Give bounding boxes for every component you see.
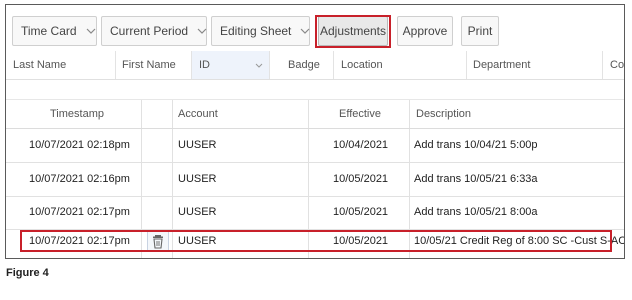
column-divider (115, 51, 116, 79)
description-cell: Add trans 10/04/21 5:00p (414, 139, 538, 151)
column-divider (333, 51, 334, 79)
print-label: Print (467, 24, 493, 38)
col-effective[interactable]: Effective (339, 100, 381, 128)
trash-icon[interactable] (147, 230, 169, 252)
approve-button[interactable]: Approve (397, 16, 453, 46)
figure-caption: Figure 4 (6, 267, 49, 279)
column-divider (172, 163, 173, 196)
col-id[interactable]: ID (199, 51, 210, 79)
time-card-dropdown[interactable]: Time Card (12, 16, 97, 46)
effective-cell: 10/05/2021 (333, 173, 389, 185)
column-divider (141, 100, 142, 128)
table-row-selected[interactable]: 10/07/2021 02:17pm UUSER 10/05/2021 10/0… (6, 225, 624, 258)
column-divider (308, 100, 309, 128)
timestamp-cell: 10/07/2021 02:18pm (29, 139, 130, 151)
col-timestamp[interactable]: Timestamp (50, 100, 104, 128)
account-cell: UUSER (178, 173, 217, 185)
current-period-label: Current Period (110, 24, 189, 38)
col-description[interactable]: Description (416, 100, 471, 128)
screenshot-frame: Time Card Current Period Editing Sheet A… (5, 4, 625, 259)
effective-cell: 10/04/2021 (333, 139, 389, 151)
column-divider (308, 163, 309, 196)
chevron-down-icon (300, 26, 310, 37)
column-divider (191, 51, 192, 79)
table-row[interactable]: 10/07/2021 02:18pm UUSER 10/04/2021 Add … (6, 129, 624, 163)
toolbar: Time Card Current Period Editing Sheet A… (6, 5, 624, 51)
column-divider (308, 129, 309, 162)
approve-label: Approve (402, 24, 448, 38)
column-divider (409, 225, 410, 258)
column-divider (141, 163, 142, 196)
timestamp-cell: 10/07/2021 02:16pm (29, 173, 130, 185)
column-divider (466, 51, 467, 79)
column-divider (172, 225, 173, 258)
chevron-down-icon[interactable] (255, 51, 263, 79)
description-cell: 10/05/21 Credit Reg of 8:00 SC -Cust S-A… (414, 235, 625, 247)
column-divider (141, 129, 142, 162)
account-cell: UUSER (178, 139, 217, 151)
chevron-down-icon (86, 26, 96, 37)
col-badge[interactable]: Badge (288, 51, 320, 79)
col-account[interactable]: Account (178, 100, 218, 128)
column-divider (172, 129, 173, 162)
column-divider (172, 100, 173, 128)
adjustments-button[interactable]: Adjustments (318, 16, 388, 46)
col-department[interactable]: Department (473, 51, 530, 79)
print-button[interactable]: Print (461, 16, 499, 46)
column-divider (269, 51, 270, 79)
description-cell: Add trans 10/05/21 6:33a (414, 173, 538, 185)
column-divider (602, 51, 603, 79)
col-last-name[interactable]: Last Name (13, 51, 66, 79)
table-row[interactable]: 10/07/2021 02:16pm UUSER 10/05/2021 Add … (6, 163, 624, 197)
chevron-down-icon (197, 26, 207, 37)
column-divider (409, 100, 410, 128)
col-first-name[interactable]: First Name (122, 51, 176, 79)
timestamp-cell: 10/07/2021 02:17pm (29, 235, 130, 247)
adjustments-label: Adjustments (319, 24, 387, 38)
employee-column-header: Last Name First Name ID Badge Location D… (6, 51, 624, 80)
adjustments-header-row: Timestamp Account Effective Description (6, 100, 624, 129)
column-divider (409, 129, 410, 162)
filter-row (6, 80, 624, 100)
effective-cell: 10/05/2021 (333, 235, 389, 247)
account-cell: UUSER (178, 235, 217, 247)
col-location[interactable]: Location (341, 51, 383, 79)
editing-sheet-dropdown[interactable]: Editing Sheet (211, 16, 310, 46)
column-divider (141, 225, 142, 258)
column-divider (308, 225, 309, 258)
editing-sheet-label: Editing Sheet (220, 24, 292, 38)
current-period-dropdown[interactable]: Current Period (101, 16, 207, 46)
col-cost[interactable]: Co (610, 51, 624, 79)
column-divider (409, 163, 410, 196)
time-card-label: Time Card (21, 24, 77, 38)
